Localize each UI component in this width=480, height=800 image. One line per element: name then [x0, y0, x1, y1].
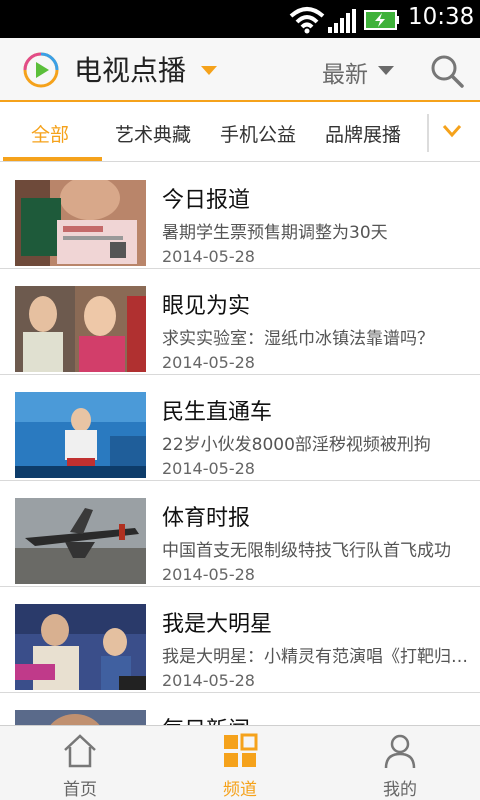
wifi-icon	[289, 7, 325, 34]
item-title: 每日新闻	[162, 712, 250, 725]
nav-channels[interactable]: 频道	[160, 726, 320, 800]
nav-mine[interactable]: 我的	[320, 726, 480, 800]
item-desc: 求实实验室：湿纸巾冰镇法靠谱吗？	[162, 329, 434, 349]
video-thumbnail[interactable]	[15, 710, 146, 725]
item-title: 体育时报	[162, 506, 251, 531]
item-desc: 我是大明星：小精灵有范演唱《打靶归…	[162, 647, 468, 667]
app-header: 电视点播 最新	[0, 38, 480, 102]
list-item[interactable]: 民生直通车 22岁小伙发8000部淫秽视频被刑拘 2014-05-28	[0, 375, 480, 481]
item-desc: 22岁小伙发8000部淫秽视频被刑拘	[162, 435, 431, 455]
tab-brand-showcase[interactable]: 品牌展播	[325, 120, 401, 147]
app-logo-icon[interactable]	[22, 51, 60, 89]
item-title: 我是大明星	[162, 612, 273, 637]
nav-home-label: 首页	[63, 780, 97, 800]
status-bar: 10:38	[0, 0, 480, 38]
video-thumbnail[interactable]	[15, 286, 146, 372]
tab-public-welfare[interactable]: 手机公益	[220, 120, 296, 147]
nav-channels-label: 频道	[223, 780, 257, 800]
search-icon[interactable]	[430, 54, 464, 88]
nav-home[interactable]: 首页	[0, 726, 160, 800]
list-item[interactable]: 今日报道 暑期学生票预售期调整为30天 2014-05-28	[0, 163, 480, 269]
page-title[interactable]: 电视点播	[74, 49, 186, 89]
item-title: 民生直通车	[162, 400, 273, 425]
sort-dropdown[interactable]: 最新	[322, 55, 368, 89]
video-thumbnail[interactable]	[15, 604, 146, 690]
item-desc: 中国首支无限制级特技飞行队首飞成功	[162, 541, 451, 561]
list-item[interactable]: 每日新闻	[0, 693, 480, 725]
video-thumbnail[interactable]	[15, 498, 146, 584]
item-date: 2014-05-28	[162, 247, 255, 266]
tab-art-collection[interactable]: 艺术典藏	[115, 120, 191, 147]
nav-mine-label: 我的	[383, 780, 417, 800]
item-desc: 暑期学生票预售期调整为30天	[162, 223, 388, 243]
item-title: 今日报道	[162, 188, 251, 213]
battery-charging-icon	[364, 10, 399, 30]
list-item[interactable]: 体育时报 中国首支无限制级特技飞行队首飞成功 2014-05-28	[0, 481, 480, 587]
chevron-down-icon[interactable]	[442, 124, 462, 138]
item-date: 2014-05-28	[162, 671, 255, 690]
sort-caret-icon[interactable]	[378, 66, 394, 75]
item-date: 2014-05-28	[162, 353, 255, 372]
item-date: 2014-05-28	[162, 459, 255, 478]
active-tab-indicator	[3, 157, 102, 161]
tab-all[interactable]: 全部	[31, 120, 69, 147]
signal-icon	[328, 9, 356, 33]
item-title: 眼见为实	[162, 294, 251, 319]
list-item[interactable]: 眼见为实 求实实验室：湿纸巾冰镇法靠谱吗？ 2014-05-28	[0, 269, 480, 375]
bottom-nav: 首页 频道 我的	[0, 725, 480, 800]
home-icon	[64, 734, 96, 768]
caret-down-icon[interactable]	[201, 66, 217, 75]
category-tabs: 全部 艺术典藏 手机公益 品牌展播	[0, 104, 480, 162]
clock: 10:38	[408, 4, 475, 30]
video-list: 今日报道 暑期学生票预售期调整为30天 2014-05-28 眼见为实 求实实验…	[0, 163, 480, 725]
list-item[interactable]: 我是大明星 我是大明星：小精灵有范演唱《打靶归… 2014-05-28	[0, 587, 480, 693]
video-thumbnail[interactable]	[15, 392, 146, 478]
video-thumbnail[interactable]	[15, 180, 146, 266]
item-date: 2014-05-28	[162, 565, 255, 584]
grid-icon	[224, 733, 258, 767]
tab-divider	[427, 114, 429, 152]
user-icon	[384, 734, 416, 769]
